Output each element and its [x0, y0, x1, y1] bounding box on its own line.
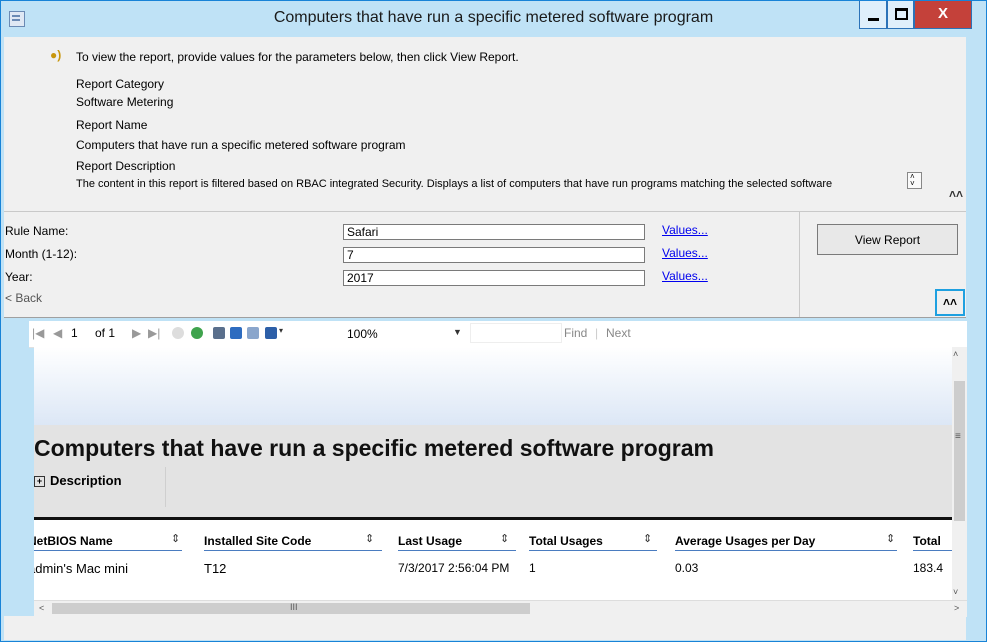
next-page-icon[interactable]: ▶: [132, 326, 141, 340]
find-button[interactable]: Find: [564, 326, 587, 340]
print-layout-icon[interactable]: [230, 327, 242, 339]
scroll-grip-icon: III: [290, 602, 298, 612]
year-label: Year:: [5, 270, 33, 284]
report-name-label: Report Name: [76, 118, 148, 132]
params-divider: [799, 212, 800, 317]
close-button[interactable]: X: [914, 1, 972, 29]
minimize-button[interactable]: [859, 1, 887, 29]
sort-icon[interactable]: ⇕: [365, 532, 374, 545]
page-setup-icon[interactable]: [247, 327, 259, 339]
stop-icon[interactable]: [172, 327, 184, 339]
scroll-down-arrow-icon[interactable]: ˅: [953, 587, 958, 597]
column-header-total-usages[interactable]: Total Usages: [529, 534, 603, 548]
cell-average-usages-per-day: 0.03: [675, 561, 699, 575]
cell-total-usages: 1: [529, 561, 536, 575]
month-label: Month (1-12):: [5, 247, 78, 261]
rule-name-label: Rule Name:: [5, 224, 69, 238]
info-icon: ●): [50, 48, 62, 62]
scroll-right-arrow-icon[interactable]: >: [954, 603, 959, 613]
zoom-select[interactable]: 100%: [347, 327, 378, 341]
column-underline: [913, 550, 952, 551]
description-label: Description: [50, 473, 122, 488]
column-underline: [398, 550, 516, 551]
column-underline: [675, 550, 897, 551]
rule-name-values-link[interactable]: Values...: [662, 223, 708, 237]
sort-icon[interactable]: ⇕: [500, 532, 509, 545]
collapse-parameters-chevron-icon[interactable]: ˄˄: [935, 289, 965, 316]
report-window: Computers that have run a specific meter…: [0, 0, 987, 642]
previous-page-icon[interactable]: ◀: [53, 326, 62, 340]
expand-icon[interactable]: +: [34, 476, 45, 487]
page-count: of 1: [95, 326, 116, 340]
report-title: Computers that have run a specific meter…: [34, 435, 714, 461]
sort-icon[interactable]: ⇕: [643, 532, 652, 545]
last-page-icon[interactable]: ▶|: [148, 326, 160, 340]
refresh-icon[interactable]: [191, 327, 203, 339]
toolbar-separator: |: [595, 326, 599, 340]
scroll-left-arrow-icon[interactable]: <: [39, 603, 44, 613]
first-page-icon[interactable]: |◀: [32, 326, 44, 340]
title-bar[interactable]: Computers that have run a specific meter…: [1, 1, 986, 37]
cell-last-usage: 7/3/2017 2:56:04 PM: [398, 561, 510, 575]
column-underline: [204, 550, 382, 551]
maximize-button[interactable]: [887, 1, 914, 29]
vertical-scrollbar[interactable]: ˄ ≡ ˅: [952, 347, 967, 600]
report-toolbar: |◀ ◀ 1 of 1 ▶ ▶| ▾ 100% ▼ Find | Next: [29, 321, 967, 348]
report-category-label: Report Category: [76, 77, 165, 91]
column-underline: [34, 550, 182, 551]
column-header-total[interactable]: Total: [913, 534, 941, 548]
scroll-up-arrow-icon[interactable]: ˄: [953, 349, 958, 359]
description-toggle[interactable]: + Description: [34, 473, 122, 488]
export-icon[interactable]: [265, 327, 277, 339]
description-scroll-button[interactable]: ˄ ˅: [907, 172, 922, 189]
next-button[interactable]: Next: [606, 326, 631, 340]
page-number[interactable]: 1: [71, 326, 78, 340]
sort-icon[interactable]: ⇕: [886, 532, 895, 545]
cell-netbios-name: admin's Mac mini: [34, 561, 129, 576]
scroll-down-icon: ˅: [910, 179, 915, 188]
export-dropdown-icon[interactable]: ▾: [279, 326, 283, 335]
zoom-dropdown-icon[interactable]: ▼: [453, 327, 462, 337]
instruction-text: To view the report, provide values for t…: [76, 50, 519, 64]
collapse-info-chevron-icon[interactable]: ˄˄: [949, 187, 963, 201]
column-header-average-usages-per-day[interactable]: Average Usages per Day: [675, 534, 815, 548]
table-top-rule: [34, 517, 952, 520]
window-title: Computers that have run a specific meter…: [273, 9, 714, 26]
vertical-scroll-thumb[interactable]: [954, 381, 965, 521]
back-link[interactable]: < Back: [5, 291, 42, 305]
cell-installed-site-code: T12: [204, 561, 227, 576]
view-report-button[interactable]: View Report: [817, 224, 958, 255]
report-description-value: The content in this report is filtered b…: [76, 178, 833, 190]
rule-name-input[interactable]: [343, 224, 645, 240]
month-values-link[interactable]: Values...: [662, 246, 708, 260]
column-header-netbios-name[interactable]: NetBIOS Name: [34, 534, 113, 548]
column-header-last-usage[interactable]: Last Usage: [398, 534, 462, 548]
scroll-grip-icon: ≡: [955, 431, 961, 442]
report-viewer[interactable]: Computers that have run a specific meter…: [34, 347, 952, 600]
find-input[interactable]: [470, 323, 562, 343]
parameters-panel: Rule Name: Values... Month (1-12): Value…: [4, 212, 966, 318]
report-header: [34, 347, 952, 425]
status-bar: [4, 616, 966, 640]
column-underline: [529, 550, 657, 551]
cell-total: 183.4: [913, 561, 944, 575]
year-values-link[interactable]: Values...: [662, 269, 708, 283]
report-info-panel: ●) To view the report, provide values fo…: [4, 37, 966, 212]
year-input[interactable]: [343, 270, 645, 286]
sort-icon[interactable]: ⇕: [171, 532, 180, 545]
report-description-label: Report Description: [76, 159, 176, 173]
column-header-installed-site-code[interactable]: Installed Site Code: [204, 534, 311, 548]
month-input[interactable]: [343, 247, 645, 263]
report-category-value: Software Metering: [76, 95, 174, 109]
report-name-value: Computers that have run a specific meter…: [76, 138, 406, 152]
horizontal-scrollbar[interactable]: < III >: [34, 600, 967, 617]
print-icon[interactable]: [213, 327, 225, 339]
